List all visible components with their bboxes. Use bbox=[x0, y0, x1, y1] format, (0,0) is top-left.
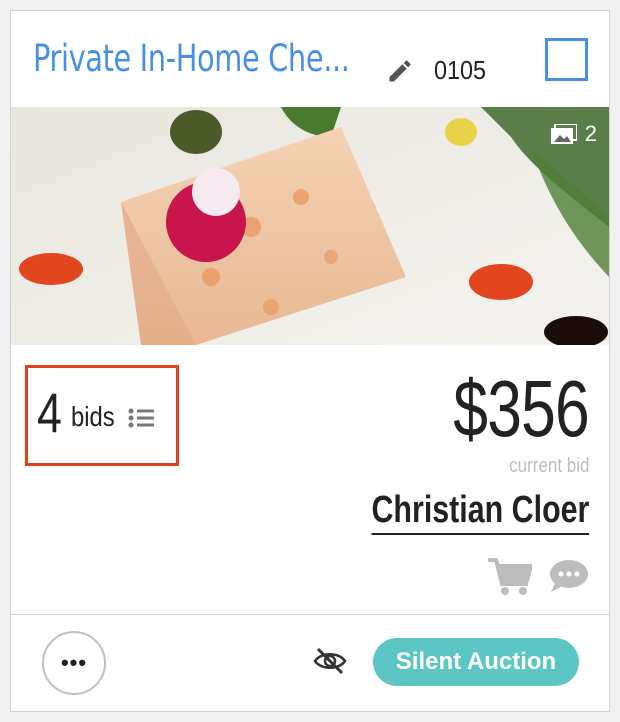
bids-summary[interactable]: 4 bids bbox=[25, 365, 179, 466]
item-title[interactable]: Private In-Home Che... bbox=[33, 37, 350, 80]
list-icon[interactable] bbox=[128, 407, 154, 429]
food-photo-illustration bbox=[11, 107, 609, 345]
image-count-value: 2 bbox=[584, 121, 597, 146]
ellipsis-icon: ••• bbox=[60, 650, 88, 675]
item-number: 0105 bbox=[434, 55, 487, 85]
auction-type-badge[interactable]: Silent Auction bbox=[373, 638, 579, 686]
bids-count: 4 bbox=[37, 381, 62, 444]
footer-divider bbox=[11, 614, 609, 615]
cart-icon[interactable] bbox=[488, 558, 532, 596]
pencil-icon[interactable] bbox=[386, 57, 414, 85]
select-checkbox[interactable] bbox=[545, 38, 588, 81]
current-bid-caption: current bid bbox=[508, 455, 589, 477]
more-options-button[interactable]: ••• bbox=[42, 631, 106, 695]
image-count[interactable]: 2 bbox=[550, 121, 597, 147]
current-bid-amount: $356 bbox=[453, 364, 589, 453]
bids-label: bids bbox=[71, 401, 115, 432]
image-gallery-icon bbox=[550, 124, 577, 144]
eye-slash-icon[interactable] bbox=[313, 647, 347, 675]
chat-icon[interactable] bbox=[549, 559, 589, 593]
auction-item-card: Private In-Home Che... 0105 2 4 bids $35… bbox=[10, 10, 610, 712]
high-bidder-name[interactable]: Christian Cloer bbox=[371, 490, 589, 535]
item-photo[interactable]: 2 bbox=[11, 107, 609, 345]
